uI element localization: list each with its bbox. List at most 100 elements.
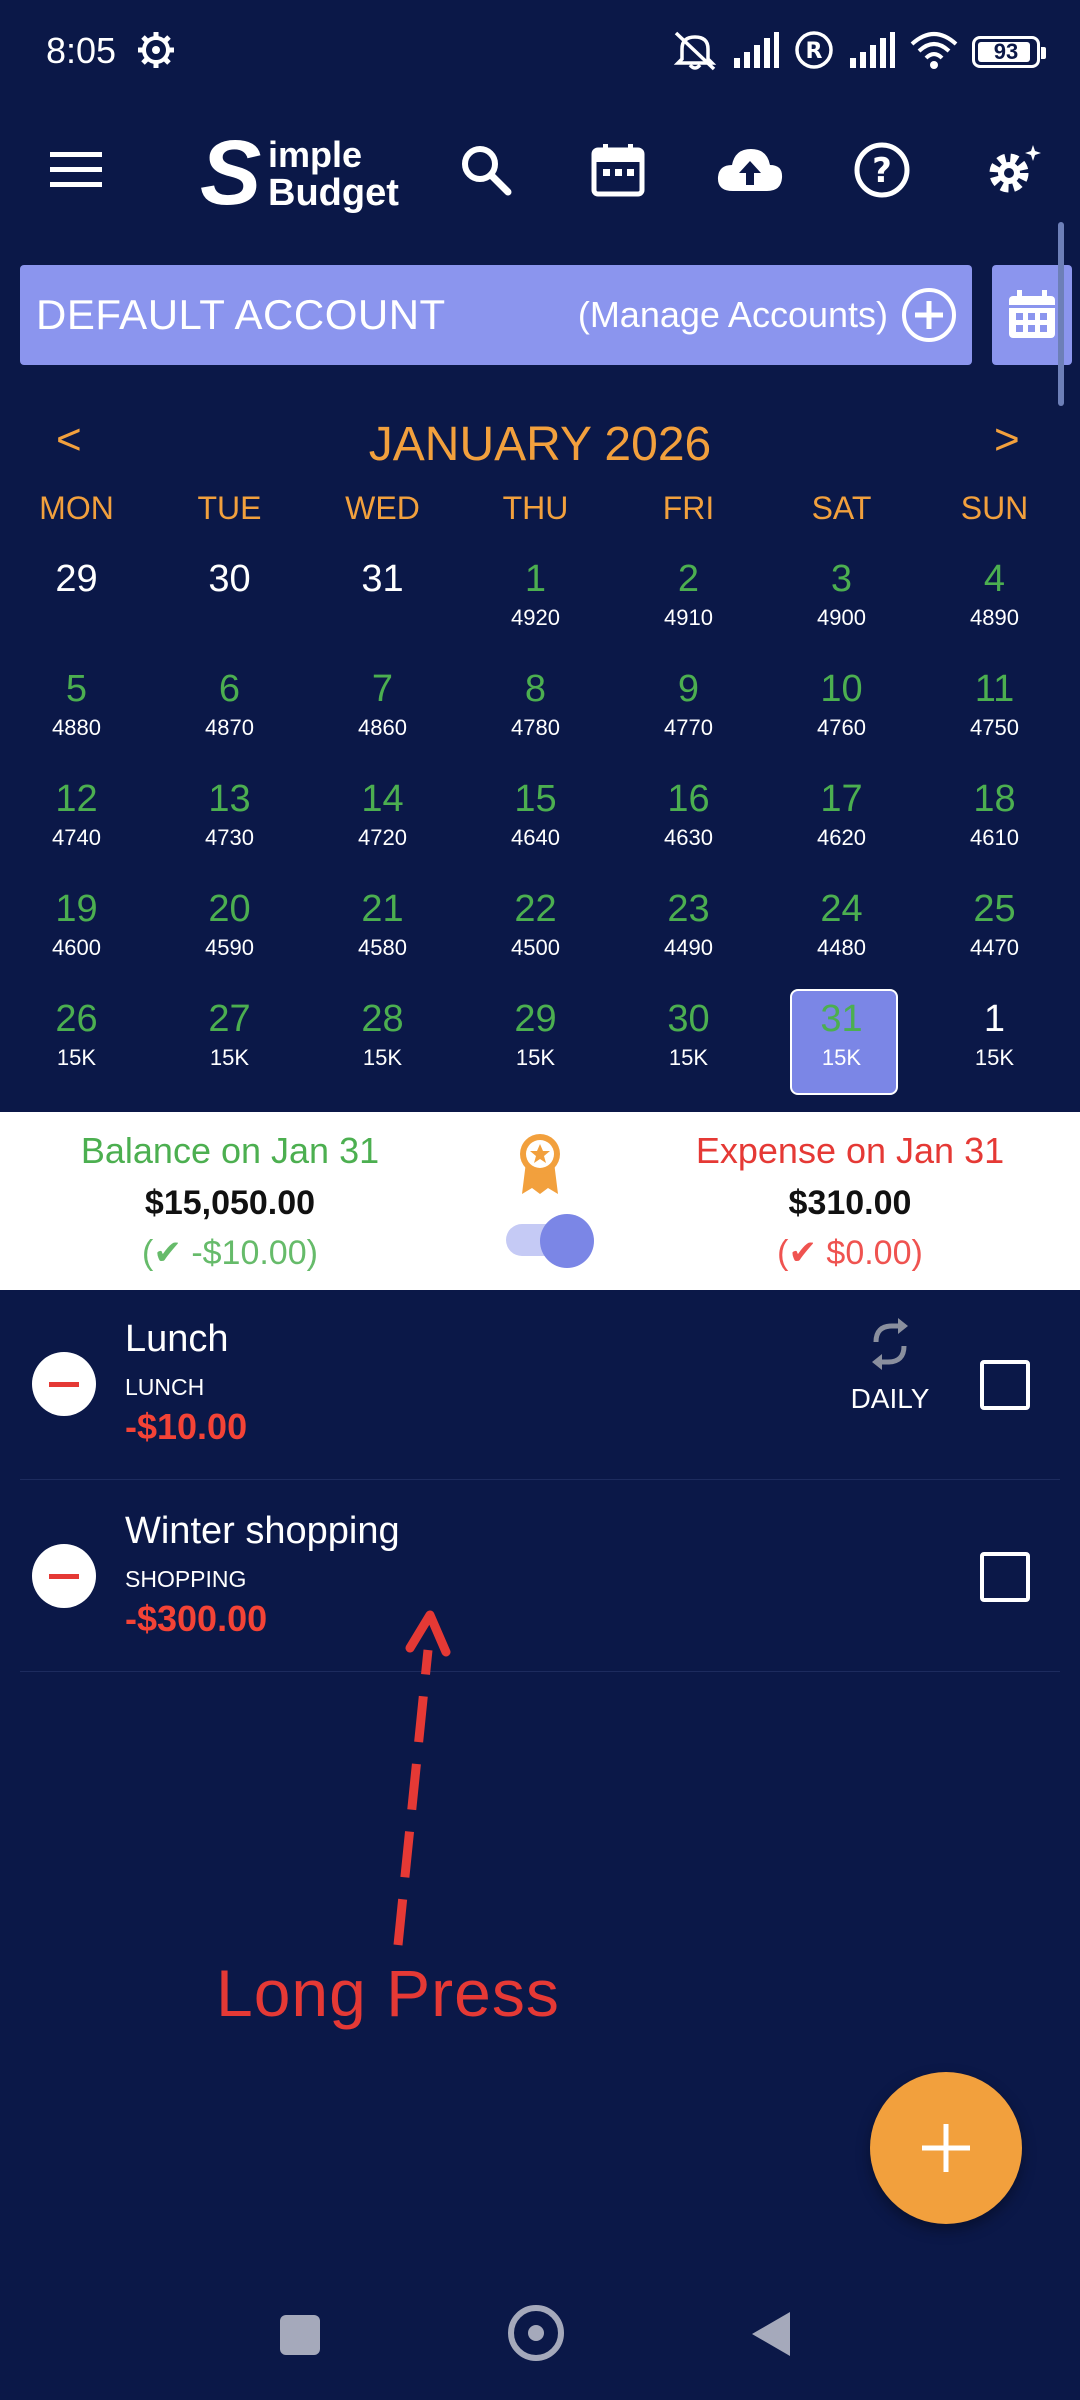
transaction-checkbox[interactable] bbox=[980, 1360, 1030, 1410]
day-balance: 4470 bbox=[970, 935, 1019, 960]
day-number: 21 bbox=[361, 888, 404, 930]
calendar-day[interactable]: 31 bbox=[306, 545, 459, 655]
calendar-day[interactable]: 30 15K bbox=[612, 985, 765, 1095]
remove-transaction-button[interactable] bbox=[32, 1544, 96, 1608]
calendar-day[interactable]: 14 4720 bbox=[306, 765, 459, 875]
menu-icon[interactable] bbox=[36, 130, 116, 210]
day-number: 2 bbox=[677, 558, 700, 600]
transaction-row[interactable]: Lunch LUNCH -$10.00 DAILY bbox=[20, 1290, 1060, 1480]
calendar-day[interactable]: 15 4640 bbox=[459, 765, 612, 875]
day-number: 1 bbox=[983, 998, 1006, 1040]
calendar-day[interactable]: 26 15K bbox=[0, 985, 153, 1095]
calendar-day[interactable]: 8 4780 bbox=[459, 655, 612, 765]
back-button[interactable] bbox=[752, 2312, 790, 2356]
calendar-day[interactable]: 9 4770 bbox=[612, 655, 765, 765]
signal-icon bbox=[732, 30, 780, 75]
calendar-day[interactable]: 19 4600 bbox=[0, 875, 153, 985]
calendar-day[interactable]: 23 4490 bbox=[612, 875, 765, 985]
battery-level: 93 bbox=[993, 39, 1019, 64]
day-number: 17 bbox=[820, 778, 863, 820]
scrollbar[interactable] bbox=[1058, 222, 1064, 406]
transaction-amount: -$300.00 bbox=[125, 1598, 268, 1639]
transaction-checkbox[interactable] bbox=[980, 1552, 1030, 1602]
next-month-button[interactable]: > bbox=[994, 415, 1020, 465]
account-name: DEFAULT ACCOUNT bbox=[36, 291, 446, 338]
calendar-day[interactable]: 4 4890 bbox=[918, 545, 1071, 655]
day-balance: 4860 bbox=[358, 715, 407, 740]
search-icon[interactable] bbox=[446, 130, 526, 210]
calendar-day[interactable]: 10 4760 bbox=[765, 655, 918, 765]
transaction-category: SHOPPING bbox=[125, 1566, 247, 1592]
calendar-day[interactable]: 29 15K bbox=[459, 985, 612, 1095]
transaction-row[interactable]: Winter shopping SHOPPING -$300.00 bbox=[20, 1482, 1060, 1672]
day-balance: 4780 bbox=[511, 715, 560, 740]
day-number: 24 bbox=[820, 888, 863, 930]
calendar-day[interactable]: 5 4880 bbox=[0, 655, 153, 765]
day-balance: 15K bbox=[362, 1045, 403, 1070]
expense-change-value: $0.00 bbox=[826, 1234, 912, 1272]
day-balance: 4610 bbox=[970, 825, 1019, 850]
annotation-label: Long Press bbox=[216, 1956, 560, 2030]
day-number: 4 bbox=[983, 558, 1006, 600]
day-number: 5 bbox=[65, 668, 88, 710]
calendar-day[interactable]: 11 4750 bbox=[918, 655, 1071, 765]
day-balance: 4630 bbox=[664, 825, 713, 850]
account-selector[interactable]: DEFAULT ACCOUNT (Manage Accounts) bbox=[20, 265, 972, 365]
calendar-day[interactable]: 2 4910 bbox=[612, 545, 765, 655]
day-balance: 4620 bbox=[817, 825, 866, 850]
calendar-day[interactable]: 18 4610 bbox=[918, 765, 1071, 875]
calendar-day[interactable]: 30 bbox=[153, 545, 306, 655]
calendar-day[interactable]: 7 4860 bbox=[306, 655, 459, 765]
calendar-day[interactable]: 1 4920 bbox=[459, 545, 612, 655]
cloud-upload-icon[interactable] bbox=[710, 130, 790, 210]
day-number: 29 bbox=[55, 558, 98, 600]
add-account-icon[interactable] bbox=[902, 288, 956, 342]
calendar-day[interactable]: 17 4620 bbox=[765, 765, 918, 875]
recents-button[interactable] bbox=[280, 2315, 320, 2355]
balance-title: Balance on Jan 31 bbox=[80, 1130, 380, 1171]
calendar-day[interactable]: 25 4470 bbox=[918, 875, 1071, 985]
calendar-day[interactable]: 28 15K bbox=[306, 985, 459, 1095]
medal-icon[interactable] bbox=[514, 1132, 566, 1196]
balance-change: (✔ -$10.00) bbox=[142, 1234, 318, 1272]
calendar-icon[interactable] bbox=[578, 130, 658, 210]
repeat-icon bbox=[872, 1318, 908, 1370]
weekday-label: WED bbox=[345, 490, 420, 526]
day-balance: 4720 bbox=[358, 825, 407, 850]
day-balance: 4590 bbox=[205, 935, 254, 960]
transaction-title: Winter shopping bbox=[125, 1510, 400, 1552]
calendar-day[interactable]: 12 4740 bbox=[0, 765, 153, 875]
calendar-day[interactable]: 6 4870 bbox=[153, 655, 306, 765]
balance-summary: Balance on Jan 31 $15,050.00 (✔ -$10.00) bbox=[0, 1130, 460, 1273]
home-button[interactable] bbox=[508, 2305, 564, 2361]
add-transaction-button[interactable] bbox=[870, 2072, 1022, 2224]
calendar-day[interactable]: 20 4590 bbox=[153, 875, 306, 985]
calendar-day[interactable]: 1 15K bbox=[918, 985, 1071, 1095]
app-bar: S imple Budget ? bbox=[0, 120, 1080, 220]
calendar-day[interactable]: 29 bbox=[0, 545, 153, 655]
calendar-day[interactable]: 27 15K bbox=[153, 985, 306, 1095]
settings-icon[interactable] bbox=[974, 130, 1054, 210]
day-number: 8 bbox=[524, 668, 547, 710]
expense-summary: Expense on Jan 31 $310.00 (✔ $0.00) bbox=[620, 1130, 1080, 1273]
calendar-day[interactable]: 24 4480 bbox=[765, 875, 918, 985]
calendar-day[interactable]: 16 4630 bbox=[612, 765, 765, 875]
svg-text:?: ? bbox=[872, 151, 892, 191]
summary-toggle[interactable] bbox=[506, 1214, 596, 1268]
calendar-day[interactable]: 13 4730 bbox=[153, 765, 306, 875]
day-number: 31 bbox=[361, 558, 404, 600]
day-number: 1 bbox=[524, 558, 547, 600]
day-number: 30 bbox=[667, 998, 710, 1040]
calendar-day[interactable]: 3 4900 bbox=[765, 545, 918, 655]
app-logo: S imple Budget bbox=[200, 127, 420, 219]
calendar-day[interactable]: 22 4500 bbox=[459, 875, 612, 985]
weekday-label: SAT bbox=[811, 490, 872, 526]
calendar-day[interactable]: 21 4580 bbox=[306, 875, 459, 985]
day-balance: 4730 bbox=[205, 825, 254, 850]
remove-transaction-button[interactable] bbox=[32, 1352, 96, 1416]
calendar-day-selected[interactable]: 31 15K bbox=[765, 985, 918, 1095]
help-icon[interactable]: ? bbox=[842, 130, 922, 210]
manage-accounts-link[interactable]: (Manage Accounts) bbox=[578, 294, 888, 336]
day-number: 12 bbox=[55, 778, 98, 820]
month-title: JANUARY 2026 bbox=[368, 418, 712, 471]
